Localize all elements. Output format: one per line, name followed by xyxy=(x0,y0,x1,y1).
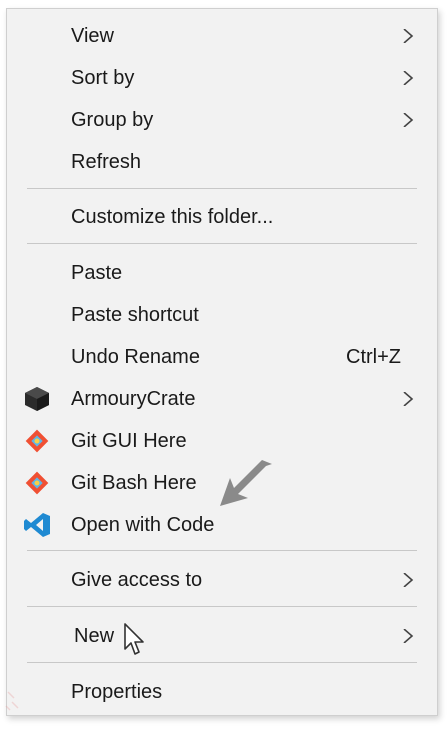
menu-item-label: Open with Code xyxy=(71,514,215,536)
menu-item-label: Customize this folder... xyxy=(71,206,274,228)
menu-item-undo-rename[interactable]: Undo Rename Ctrl+Z xyxy=(7,336,437,378)
menu-item-refresh[interactable]: Refresh xyxy=(7,141,437,183)
menu-separator xyxy=(27,243,417,244)
chevron-right-icon xyxy=(403,573,414,587)
menu-item-label: Paste xyxy=(71,262,123,284)
git-icon xyxy=(25,429,49,453)
chevron-right-icon xyxy=(403,629,414,643)
armoury-crate-icon xyxy=(25,387,49,411)
menu-item-new[interactable]: New xyxy=(7,615,437,657)
menu-item-view[interactable]: View xyxy=(7,15,437,57)
menu-item-label: Git GUI Here xyxy=(71,430,187,452)
pointer-arrow-icon xyxy=(220,460,272,506)
menu-item-label: ArmouryCrate xyxy=(71,388,196,410)
menu-item-sort-by[interactable]: Sort by xyxy=(7,57,437,99)
chevron-right-icon xyxy=(403,392,414,406)
menu-item-git-gui-here[interactable]: Git GUI Here xyxy=(7,420,437,462)
vscode-icon xyxy=(24,513,50,537)
mouse-cursor-icon xyxy=(124,623,144,655)
context-menu: View Sort by Group by Refresh Customize … xyxy=(6,8,438,716)
chevron-right-icon xyxy=(403,29,414,43)
chevron-right-icon xyxy=(403,113,414,127)
menu-item-label: Paste shortcut xyxy=(71,304,199,326)
menu-item-label: Properties xyxy=(71,681,163,703)
menu-separator xyxy=(27,606,417,607)
menu-item-label: New xyxy=(74,625,115,647)
menu-item-properties[interactable]: Properties xyxy=(7,671,437,713)
chevron-right-icon xyxy=(403,71,414,85)
menu-item-label: Refresh xyxy=(71,151,142,173)
menu-item-group-by[interactable]: Group by xyxy=(7,99,437,141)
menu-separator xyxy=(27,188,417,189)
menu-item-give-access-to[interactable]: Give access to xyxy=(7,559,437,601)
menu-item-label: Undo Rename xyxy=(71,346,200,368)
menu-item-paste[interactable]: Paste xyxy=(7,252,437,294)
menu-item-label: Give access to xyxy=(71,569,203,591)
menu-item-paste-shortcut[interactable]: Paste shortcut xyxy=(7,294,437,336)
menu-separator xyxy=(27,662,417,663)
menu-item-customize-folder[interactable]: Customize this folder... xyxy=(7,196,437,238)
background-speck xyxy=(5,691,19,711)
menu-item-label: Sort by xyxy=(71,67,135,89)
git-icon xyxy=(25,471,49,495)
menu-item-label: Group by xyxy=(71,109,154,131)
shortcut-text: Ctrl+Z xyxy=(346,346,401,368)
menu-item-label: View xyxy=(71,25,114,47)
menu-item-armourycrate[interactable]: ArmouryCrate xyxy=(7,378,437,420)
menu-item-label: Git Bash Here xyxy=(71,472,197,494)
menu-separator xyxy=(27,550,417,551)
